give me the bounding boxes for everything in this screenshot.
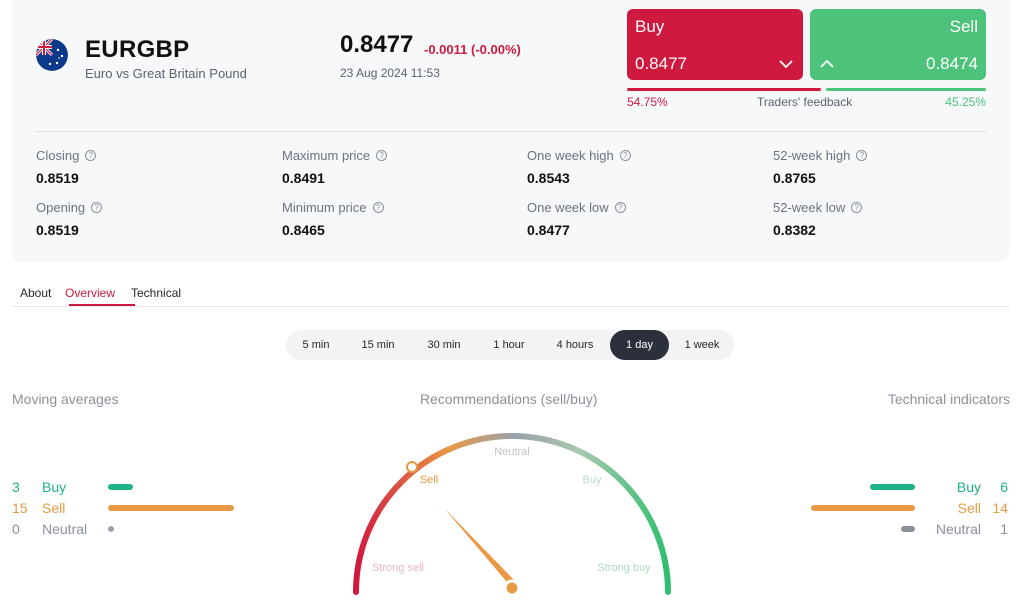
stat-label: 52-week low (773, 200, 846, 215)
gauge-marker (406, 461, 418, 473)
ma-bar-buy (108, 484, 133, 490)
stat-opening: Opening? 0.8519 (36, 200, 256, 238)
timeframe-1week[interactable]: 1 week (671, 330, 733, 360)
tab-about[interactable]: About (20, 286, 51, 300)
feedback-buy-bar (627, 88, 821, 91)
ti-label-neutral: Neutral (935, 521, 981, 537)
stat-maximum-price: Maximum price? 0.8491 (282, 148, 502, 186)
stat-label: Minimum price (282, 200, 367, 215)
ma-label-neutral: Neutral (42, 521, 88, 537)
stat-label: One week high (527, 148, 614, 163)
stat-label: One week low (527, 200, 609, 215)
active-tab-indicator (69, 304, 135, 306)
ti-label-buy: Buy (956, 479, 981, 495)
instrument-name: Euro vs Great Britain Pound (85, 66, 247, 81)
help-icon[interactable]: ? (372, 202, 384, 213)
price-change: -0.0011 (-0.00%) (424, 42, 521, 57)
gauge-label-strong-buy: Strong buy (597, 562, 651, 574)
stat-one-week-high: One week high? 0.8543 (527, 148, 747, 186)
stat-label: Maximum price (282, 148, 371, 163)
stat-one-week-low: One week low? 0.8477 (527, 200, 747, 238)
price-timestamp: 23 Aug 2024 11:53 (340, 66, 440, 80)
ma-label-buy: Buy (42, 479, 67, 495)
instrument-symbol: EURGBP (85, 36, 190, 63)
stat-closing: Closing? 0.8519 (36, 148, 256, 186)
recommendation-gauge: Neutral Sell Buy Strong sell Strong buy (353, 433, 671, 597)
ti-bar-neutral (901, 526, 915, 532)
ma-bar-sell (108, 505, 234, 511)
summary-divider (36, 131, 986, 132)
chevron-up-icon (820, 59, 834, 68)
ti-count-neutral: 1 (1000, 521, 1008, 537)
stat-value: 0.8519 (36, 170, 79, 186)
gauge-label-buy: Buy (583, 474, 602, 486)
gauge-label-neutral: Neutral (494, 446, 529, 458)
ti-bar-buy (870, 484, 915, 490)
help-icon[interactable]: ? (851, 202, 863, 213)
sell-price: 0.8474 (926, 54, 978, 73)
ma-label-sell: Sell (42, 500, 66, 516)
stat-value: 0.8465 (282, 222, 325, 238)
current-price: 0.8477 (340, 31, 414, 58)
help-icon[interactable]: ? (376, 150, 388, 161)
timeframe-1hour[interactable]: 1 hour (480, 330, 538, 360)
ma-count-neutral: 0 (12, 521, 20, 537)
moving-averages-title: Moving averages (12, 391, 119, 407)
help-icon[interactable]: ? (856, 150, 868, 161)
help-icon[interactable]: ? (614, 202, 626, 213)
recommendations-title: Recommendations (sell/buy) (420, 391, 598, 407)
ti-count-buy: 6 (1000, 479, 1008, 495)
sell-button[interactable]: Sell 0.8474 (810, 9, 986, 80)
stat-52-week-low: 52-week low? 0.8382 (773, 200, 993, 238)
ma-bar-neutral (108, 526, 114, 532)
tab-overview[interactable]: Overview (65, 286, 115, 300)
gauge-label-sell: Sell (420, 474, 438, 486)
stat-minimum-price: Minimum price? 0.8465 (282, 200, 502, 238)
timeframe-1day[interactable]: 1 day (610, 330, 669, 360)
ti-count-sell: 14 (992, 500, 1008, 516)
stat-value: 0.8543 (527, 170, 570, 186)
stat-value: 0.8765 (773, 170, 816, 186)
gauge-label-strong-sell: Strong sell (372, 562, 424, 574)
timeframe-selector: 5 min 15 min 30 min 1 hour 4 hours 1 day… (286, 330, 734, 360)
stat-52-week-high: 52-week high? 0.8765 (773, 148, 993, 186)
feedback-label: Traders' feedback (757, 95, 853, 109)
technical-indicators-title: Technical indicators (887, 391, 1010, 407)
feedback-sell-bar (826, 88, 986, 91)
eu-gb-flag-icon (36, 39, 68, 71)
buy-price: 0.8477 (635, 54, 687, 73)
feedback-sell-percent: 45.25% (945, 95, 986, 109)
buy-button[interactable]: Buy 0.8477 (627, 9, 803, 80)
chevron-down-icon (779, 60, 793, 69)
ti-label-sell: Sell (957, 500, 981, 516)
stat-value: 0.8519 (36, 222, 79, 238)
tab-technical[interactable]: Technical (131, 286, 181, 300)
stat-value: 0.8477 (527, 222, 570, 238)
timeframe-30min[interactable]: 30 min (414, 330, 474, 360)
ma-count-sell: 15 (12, 500, 28, 516)
help-icon[interactable]: ? (91, 202, 103, 213)
gauge-needle-hub (503, 579, 521, 597)
stat-label: 52-week high (773, 148, 851, 163)
ti-bar-sell (811, 505, 915, 511)
sell-button-label: Sell (949, 17, 978, 36)
stat-label: Closing (36, 148, 80, 163)
timeframe-5min[interactable]: 5 min (290, 330, 342, 360)
timeframe-4hours[interactable]: 4 hours (544, 330, 606, 360)
stat-value: 0.8382 (773, 222, 816, 238)
section-tabs: About Overview Technical (12, 280, 1010, 307)
help-icon[interactable]: ? (619, 150, 631, 161)
gauge-needle (444, 508, 517, 588)
stat-label: Opening (36, 200, 86, 215)
timeframe-15min[interactable]: 15 min (348, 330, 408, 360)
feedback-buy-percent: 54.75% (627, 95, 668, 109)
ma-count-buy: 3 (12, 479, 20, 495)
stat-value: 0.8491 (282, 170, 325, 186)
help-icon[interactable]: ? (85, 150, 97, 161)
buy-button-label: Buy (635, 17, 665, 36)
